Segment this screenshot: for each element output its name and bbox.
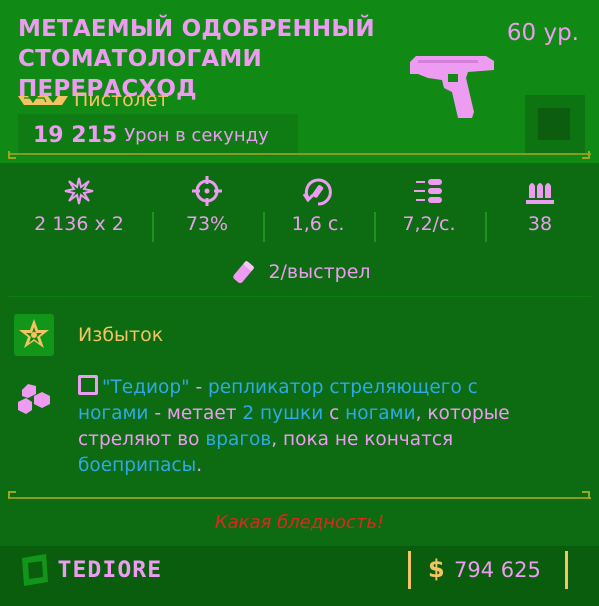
hexagon-cluster-icon [18,384,50,414]
dps-label: Урон в секунду [124,124,269,146]
stat-damage: 2 136 x 2 [24,170,134,250]
gold-star-icon [19,319,49,348]
divider-corner [8,491,16,499]
damage-burst-icon [64,177,94,205]
divider-corner [582,151,590,159]
reload-icon [302,178,332,206]
magazine-icon [526,183,554,204]
footer-divider [8,497,591,499]
tediore-brand-icon [78,375,98,395]
item-level: 60 ур. [506,20,579,46]
perk-desc-segment: . [196,455,203,476]
perk-icon-box [14,314,54,356]
stat-separator [485,212,487,242]
stat-magazine: 38 [485,170,595,250]
stat-fire-rate-value: 7,2/с. [402,213,456,235]
perk-desc-segment: с [323,403,346,424]
perk-desc-segment: - метает [148,403,243,424]
manufacturer-logo-icon [22,554,48,586]
stat-separator [263,212,265,242]
price-bracket [408,551,411,589]
perk-label: Избыток [78,324,164,346]
weapon-type: Пистолет [74,89,169,111]
perk-desc-segment: - [189,377,209,398]
ammo-cost-row: 2/выстрел [0,252,599,292]
perk-desc-segment: , пока не кончатся [271,429,454,450]
dps-box: 19 215 Урон в секунду [18,114,298,156]
rarity-chevrons-icon [18,96,68,105]
manufacturer-name: TEDIORE [57,558,163,583]
stat-reload: 1,6 с. [263,170,373,250]
crosshair-icon [192,176,222,206]
divider-corner [582,491,590,499]
perk-icon-box [14,378,54,420]
item-card: МЕТАЕМЫЙ ОДОБРЕННЫЙ СТОМАТОЛОГАМИ ПЕРЕРА… [0,0,599,606]
stat-separator [152,212,154,242]
ammo-cost-icon [233,261,255,284]
pistol-icon [410,56,494,118]
stat-magazine-value: 38 [527,213,553,235]
perk-desc-segment: боеприпасы [78,455,197,476]
section-divider [8,296,591,297]
fire-rate-icon [414,179,442,203]
perk-description: "Тедиор" - репликатор стреляющего с нога… [78,375,548,479]
stat-damage-value: 2 136 x 2 [34,213,124,235]
item-price: 794 625 [454,558,541,582]
ammo-cost-text: 2/выстрел [268,261,371,283]
stat-reload-value: 1,6 с. [291,213,345,235]
price-bracket [565,551,568,589]
stat-separator [374,212,376,242]
currency-icon: $ [428,555,445,583]
perk-desc-segment: 2 пушки [242,403,324,424]
dps-value: 19 215 [33,122,118,148]
stat-accuracy-value: 73% [185,213,229,235]
stat-accuracy: 73% [152,170,262,250]
rarity-row: Пистолет [18,89,169,111]
perk-desc-segment: ногами [345,403,416,424]
item-header: МЕТАЕМЫЙ ОДОБРЕННЫЙ СТОМАТОЛОГАМИ ПЕРЕРА… [0,0,599,163]
weapon-card-decoration [525,95,585,155]
header-divider [8,153,591,155]
stats-row: 2 136 x 2 73% 1,6 с. 7,2/с. 38 [0,170,599,250]
perk-desc-segment: "Тедиор" [102,377,190,398]
divider-corner [8,151,16,159]
perk-desc-segment: врагов [205,429,272,450]
price-box: $ 794 625 [408,551,568,589]
stat-fire-rate: 7,2/с. [374,170,484,250]
flavor-text: Какая бледность! [214,512,385,533]
